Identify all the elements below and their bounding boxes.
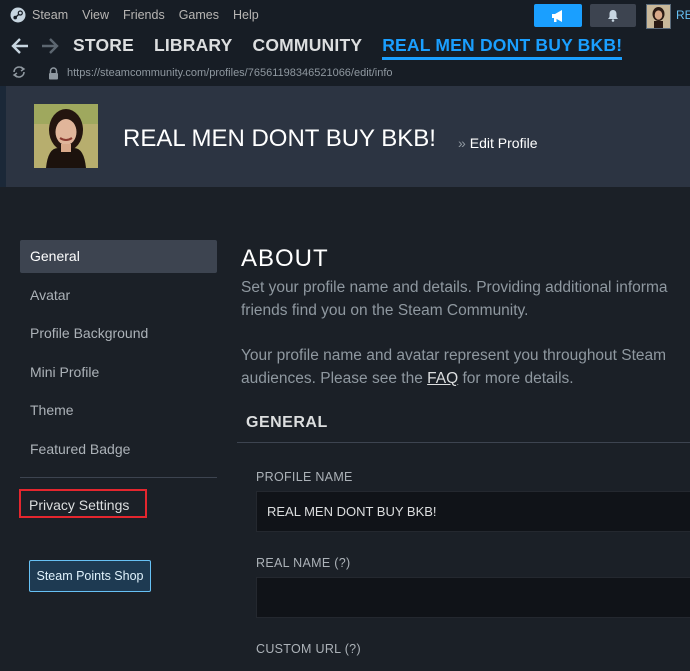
profile-avatar bbox=[34, 104, 98, 168]
nav-tabs: STORE LIBRARY COMMUNITY REAL MEN DONT BU… bbox=[73, 35, 642, 60]
about-text-line-4: audiences. Please see the FAQ for more d… bbox=[241, 367, 574, 390]
about-text-line-1: Set your profile name and details. Provi… bbox=[241, 279, 668, 296]
forward-arrow-icon[interactable] bbox=[41, 38, 59, 54]
breadcrumb: » Edit Profile bbox=[458, 135, 538, 151]
url-bar: https://steamcommunity.com/profiles/7656… bbox=[0, 61, 690, 86]
menu-bar: Steam View Friends Games Help RE bbox=[0, 0, 690, 31]
tab-profile[interactable]: REAL MEN DONT BUY BKB! bbox=[382, 35, 623, 60]
bell-icon bbox=[608, 10, 618, 22]
menu-games[interactable]: Games bbox=[179, 8, 219, 22]
sidebar-divider bbox=[20, 477, 217, 478]
profile-name: REAL MEN DONT BUY BKB! bbox=[123, 125, 436, 152]
user-name[interactable]: RE bbox=[676, 8, 690, 22]
real-name-input[interactable] bbox=[256, 577, 690, 618]
avatar-image bbox=[647, 5, 670, 28]
tab-store[interactable]: STORE bbox=[73, 35, 134, 60]
breadcrumb-separator: » bbox=[458, 135, 466, 151]
user-avatar[interactable] bbox=[646, 4, 671, 29]
back-arrow-icon[interactable] bbox=[11, 38, 29, 54]
custom-url-label: CUSTOM URL (?) bbox=[256, 642, 361, 656]
profile-name-input[interactable]: REAL MEN DONT BUY BKB! bbox=[256, 491, 690, 532]
menu-items: Steam View Friends Games Help bbox=[32, 8, 273, 22]
menu-help[interactable]: Help bbox=[233, 8, 259, 22]
nav-bar: STORE LIBRARY COMMUNITY REAL MEN DONT BU… bbox=[0, 31, 690, 61]
tab-community[interactable]: COMMUNITY bbox=[253, 35, 363, 60]
sidebar: General Avatar Profile Background Mini P… bbox=[20, 240, 217, 471]
sidebar-item-avatar[interactable]: Avatar bbox=[20, 279, 217, 312]
sidebar-item-privacy-settings[interactable]: Privacy Settings bbox=[19, 489, 147, 518]
sidebar-item-general[interactable]: General bbox=[20, 240, 217, 273]
sidebar-item-mini-profile[interactable]: Mini Profile bbox=[20, 356, 217, 389]
megaphone-icon bbox=[552, 9, 562, 22]
about-text-line-4-pre: audiences. Please see the bbox=[241, 370, 428, 387]
profile-name-label: PROFILE NAME bbox=[256, 470, 353, 484]
url-text[interactable]: https://steamcommunity.com/profiles/7656… bbox=[67, 67, 393, 79]
general-section-header: GENERAL bbox=[237, 405, 690, 443]
profile-header: REAL MEN DONT BUY BKB! » Edit Profile bbox=[6, 86, 690, 187]
real-name-label: REAL NAME (?) bbox=[256, 556, 351, 570]
tab-library[interactable]: LIBRARY bbox=[154, 35, 233, 60]
avatar-image bbox=[34, 104, 98, 168]
menu-view[interactable]: View bbox=[82, 8, 109, 22]
notifications-button[interactable] bbox=[590, 4, 636, 27]
about-title: ABOUT bbox=[241, 245, 329, 272]
steam-points-shop-button[interactable]: Steam Points Shop bbox=[29, 560, 151, 592]
steam-logo-icon[interactable] bbox=[10, 7, 26, 23]
sidebar-item-theme[interactable]: Theme bbox=[20, 394, 217, 427]
breadcrumb-edit-profile[interactable]: Edit Profile bbox=[470, 135, 538, 151]
sidebar-item-profile-background[interactable]: Profile Background bbox=[20, 317, 217, 350]
refresh-icon[interactable] bbox=[11, 65, 27, 79]
about-text-line-3: Your profile name and avatar represent y… bbox=[241, 347, 667, 364]
menu-steam[interactable]: Steam bbox=[32, 8, 68, 22]
about-text-line-4-post: for more details. bbox=[458, 370, 574, 387]
faq-link[interactable]: FAQ bbox=[427, 370, 458, 387]
announcements-button[interactable] bbox=[534, 4, 582, 27]
sidebar-item-featured-badge[interactable]: Featured Badge bbox=[20, 433, 217, 466]
lock-icon bbox=[49, 67, 58, 80]
menu-friends[interactable]: Friends bbox=[123, 8, 165, 22]
about-text-line-2: friends find you on the Steam Community. bbox=[241, 302, 529, 319]
